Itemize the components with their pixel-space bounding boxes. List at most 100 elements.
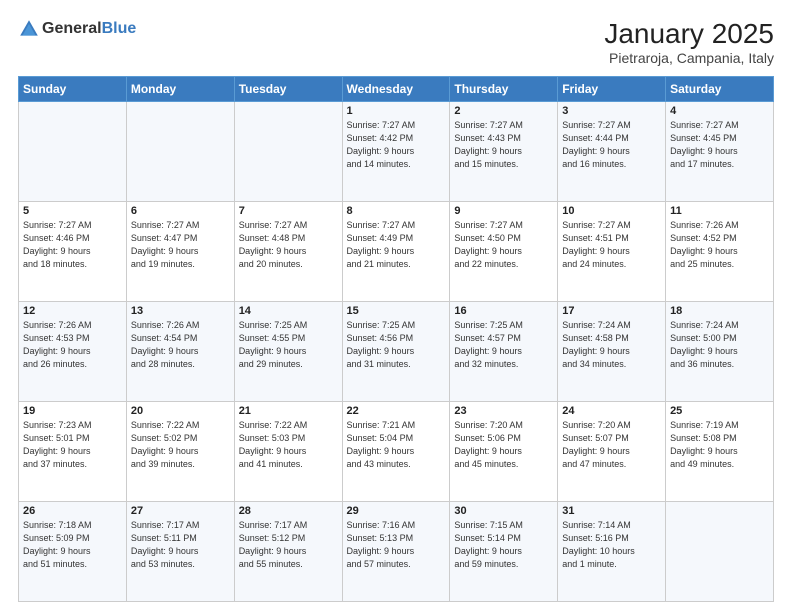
day-number: 26 bbox=[23, 505, 122, 517]
day-info: Sunrise: 7:27 AM Sunset: 4:45 PM Dayligh… bbox=[670, 119, 769, 171]
day-number: 2 bbox=[454, 105, 553, 117]
table-row bbox=[126, 102, 234, 202]
day-info: Sunrise: 7:25 AM Sunset: 4:57 PM Dayligh… bbox=[454, 319, 553, 371]
table-row: 18Sunrise: 7:24 AM Sunset: 5:00 PM Dayli… bbox=[666, 302, 774, 402]
day-number: 6 bbox=[131, 205, 230, 217]
day-info: Sunrise: 7:26 AM Sunset: 4:54 PM Dayligh… bbox=[131, 319, 230, 371]
table-row bbox=[19, 102, 127, 202]
table-row: 31 Sunrise: 7:14 AM Sunset: 5:16 PM Dayli… bbox=[558, 502, 666, 602]
day-number: 17 bbox=[562, 305, 661, 317]
day-info: Sunrise: 7:19 AM Sunset: 5:08 PM Dayligh… bbox=[670, 419, 769, 471]
table-row: 10Sunrise: 7:27 AM Sunset: 4:51 PM Dayli… bbox=[558, 202, 666, 302]
day-number: 5 bbox=[23, 205, 122, 217]
month-title: January 2025 bbox=[604, 18, 774, 50]
day-number: 19 bbox=[23, 405, 122, 417]
table-row: 21 Sunrise: 7:22 AM Sunset: 5:03 PM Dayli… bbox=[234, 402, 342, 502]
day-number: 18 bbox=[670, 305, 769, 317]
table-row: 13 Sunrise: 7:26 AM Sunset: 4:54 PM Dayli… bbox=[126, 302, 234, 402]
day-info: Sunrise: 7:20 AM Sunset: 5:07 PM Dayligh… bbox=[562, 419, 661, 471]
table-row: 20 Sunrise: 7:22 AM Sunset: 5:02 PM Dayli… bbox=[126, 402, 234, 502]
day-info: Sunrise: 7:26 AM Sunset: 4:53 PM Dayligh… bbox=[23, 319, 122, 371]
day-info: Sunrise: 7:17 AM Sunset: 5:12 PM Dayligh… bbox=[239, 519, 338, 571]
calendar-header-row: Sunday Monday Tuesday Wednesday Thursday… bbox=[19, 77, 774, 102]
day-number: 9 bbox=[454, 205, 553, 217]
day-number: 7 bbox=[239, 205, 338, 217]
day-info: Sunrise: 7:27 AM Sunset: 4:43 PM Dayligh… bbox=[454, 119, 553, 171]
table-row: 11 Sunrise: 7:26 AM Sunset: 4:52 PM Dayli… bbox=[666, 202, 774, 302]
day-info: Sunrise: 7:27 AM Sunset: 4:44 PM Dayligh… bbox=[562, 119, 661, 171]
calendar-week-5: 26 Sunrise: 7:18 AM Sunset: 5:09 PM Dayli… bbox=[19, 502, 774, 602]
table-row: 30Sunrise: 7:15 AM Sunset: 5:14 PM Dayli… bbox=[450, 502, 558, 602]
table-row: 15 Sunrise: 7:25 AM Sunset: 4:56 PM Dayli… bbox=[342, 302, 450, 402]
table-row: 22 Sunrise: 7:21 AM Sunset: 5:04 PM Dayli… bbox=[342, 402, 450, 502]
table-row: 29 Sunrise: 7:16 AM Sunset: 5:13 PM Dayli… bbox=[342, 502, 450, 602]
calendar-week-1: 1Sunrise: 7:27 AM Sunset: 4:42 PM Daylig… bbox=[19, 102, 774, 202]
day-info: Sunrise: 7:26 AM Sunset: 4:52 PM Dayligh… bbox=[670, 219, 769, 271]
table-row: 25 Sunrise: 7:19 AM Sunset: 5:08 PM Dayli… bbox=[666, 402, 774, 502]
table-row bbox=[666, 502, 774, 602]
page: GeneralBlue January 2025 Pietraroja, Cam… bbox=[0, 0, 792, 612]
table-row: 12 Sunrise: 7:26 AM Sunset: 4:53 PM Dayli… bbox=[19, 302, 127, 402]
day-number: 28 bbox=[239, 505, 338, 517]
day-number: 25 bbox=[670, 405, 769, 417]
day-number: 23 bbox=[454, 405, 553, 417]
table-row bbox=[234, 102, 342, 202]
day-info: Sunrise: 7:16 AM Sunset: 5:13 PM Dayligh… bbox=[347, 519, 446, 571]
day-number: 24 bbox=[562, 405, 661, 417]
day-number: 29 bbox=[347, 505, 446, 517]
day-number: 22 bbox=[347, 405, 446, 417]
day-info: Sunrise: 7:24 AM Sunset: 4:58 PM Dayligh… bbox=[562, 319, 661, 371]
day-number: 3 bbox=[562, 105, 661, 117]
table-row: 5 Sunrise: 7:27 AM Sunset: 4:46 PM Daylig… bbox=[19, 202, 127, 302]
day-info: Sunrise: 7:27 AM Sunset: 4:47 PM Dayligh… bbox=[131, 219, 230, 271]
day-info: Sunrise: 7:22 AM Sunset: 5:03 PM Dayligh… bbox=[239, 419, 338, 471]
day-info: Sunrise: 7:27 AM Sunset: 4:48 PM Dayligh… bbox=[239, 219, 338, 271]
table-row: 16Sunrise: 7:25 AM Sunset: 4:57 PM Dayli… bbox=[450, 302, 558, 402]
calendar-week-3: 12 Sunrise: 7:26 AM Sunset: 4:53 PM Dayli… bbox=[19, 302, 774, 402]
table-row: 27 Sunrise: 7:17 AM Sunset: 5:11 PM Dayli… bbox=[126, 502, 234, 602]
table-row: 28 Sunrise: 7:17 AM Sunset: 5:12 PM Dayli… bbox=[234, 502, 342, 602]
day-info: Sunrise: 7:18 AM Sunset: 5:09 PM Dayligh… bbox=[23, 519, 122, 571]
table-row: 7 Sunrise: 7:27 AM Sunset: 4:48 PM Daylig… bbox=[234, 202, 342, 302]
header-saturday: Saturday bbox=[666, 77, 774, 102]
logo-blue: Blue bbox=[102, 20, 137, 37]
day-number: 13 bbox=[131, 305, 230, 317]
table-row: 1Sunrise: 7:27 AM Sunset: 4:42 PM Daylig… bbox=[342, 102, 450, 202]
table-row: 4Sunrise: 7:27 AM Sunset: 4:45 PM Daylig… bbox=[666, 102, 774, 202]
table-row: 26 Sunrise: 7:18 AM Sunset: 5:09 PM Dayli… bbox=[19, 502, 127, 602]
table-row: 8Sunrise: 7:27 AM Sunset: 4:49 PM Daylig… bbox=[342, 202, 450, 302]
day-number: 20 bbox=[131, 405, 230, 417]
calendar-week-2: 5 Sunrise: 7:27 AM Sunset: 4:46 PM Daylig… bbox=[19, 202, 774, 302]
day-info: Sunrise: 7:14 AM Sunset: 5:16 PM Dayligh… bbox=[562, 519, 661, 571]
day-number: 31 bbox=[562, 505, 661, 517]
day-number: 27 bbox=[131, 505, 230, 517]
header-wednesday: Wednesday bbox=[342, 77, 450, 102]
day-info: Sunrise: 7:27 AM Sunset: 4:42 PM Dayligh… bbox=[347, 119, 446, 171]
day-number: 12 bbox=[23, 305, 122, 317]
calendar-table: Sunday Monday Tuesday Wednesday Thursday… bbox=[18, 76, 774, 602]
table-row: 6 Sunrise: 7:27 AM Sunset: 4:47 PM Daylig… bbox=[126, 202, 234, 302]
header-tuesday: Tuesday bbox=[234, 77, 342, 102]
day-info: Sunrise: 7:21 AM Sunset: 5:04 PM Dayligh… bbox=[347, 419, 446, 471]
table-row: 3 Sunrise: 7:27 AM Sunset: 4:44 PM Daylig… bbox=[558, 102, 666, 202]
title-block: January 2025 Pietraroja, Campania, Italy bbox=[604, 18, 774, 66]
day-info: Sunrise: 7:17 AM Sunset: 5:11 PM Dayligh… bbox=[131, 519, 230, 571]
day-info: Sunrise: 7:25 AM Sunset: 4:55 PM Dayligh… bbox=[239, 319, 338, 371]
day-info: Sunrise: 7:27 AM Sunset: 4:46 PM Dayligh… bbox=[23, 219, 122, 271]
header-sunday: Sunday bbox=[19, 77, 127, 102]
day-info: Sunrise: 7:20 AM Sunset: 5:06 PM Dayligh… bbox=[454, 419, 553, 471]
logo-icon bbox=[18, 18, 40, 40]
day-number: 15 bbox=[347, 305, 446, 317]
day-number: 11 bbox=[670, 205, 769, 217]
day-info: Sunrise: 7:15 AM Sunset: 5:14 PM Dayligh… bbox=[454, 519, 553, 571]
logo: GeneralBlue bbox=[18, 18, 136, 40]
table-row: 9Sunrise: 7:27 AM Sunset: 4:50 PM Daylig… bbox=[450, 202, 558, 302]
day-number: 21 bbox=[239, 405, 338, 417]
header-thursday: Thursday bbox=[450, 77, 558, 102]
day-info: Sunrise: 7:25 AM Sunset: 4:56 PM Dayligh… bbox=[347, 319, 446, 371]
day-number: 14 bbox=[239, 305, 338, 317]
table-row: 23 Sunrise: 7:20 AM Sunset: 5:06 PM Dayli… bbox=[450, 402, 558, 502]
location: Pietraroja, Campania, Italy bbox=[604, 50, 774, 66]
day-info: Sunrise: 7:22 AM Sunset: 5:02 PM Dayligh… bbox=[131, 419, 230, 471]
table-row: 24 Sunrise: 7:20 AM Sunset: 5:07 PM Dayli… bbox=[558, 402, 666, 502]
